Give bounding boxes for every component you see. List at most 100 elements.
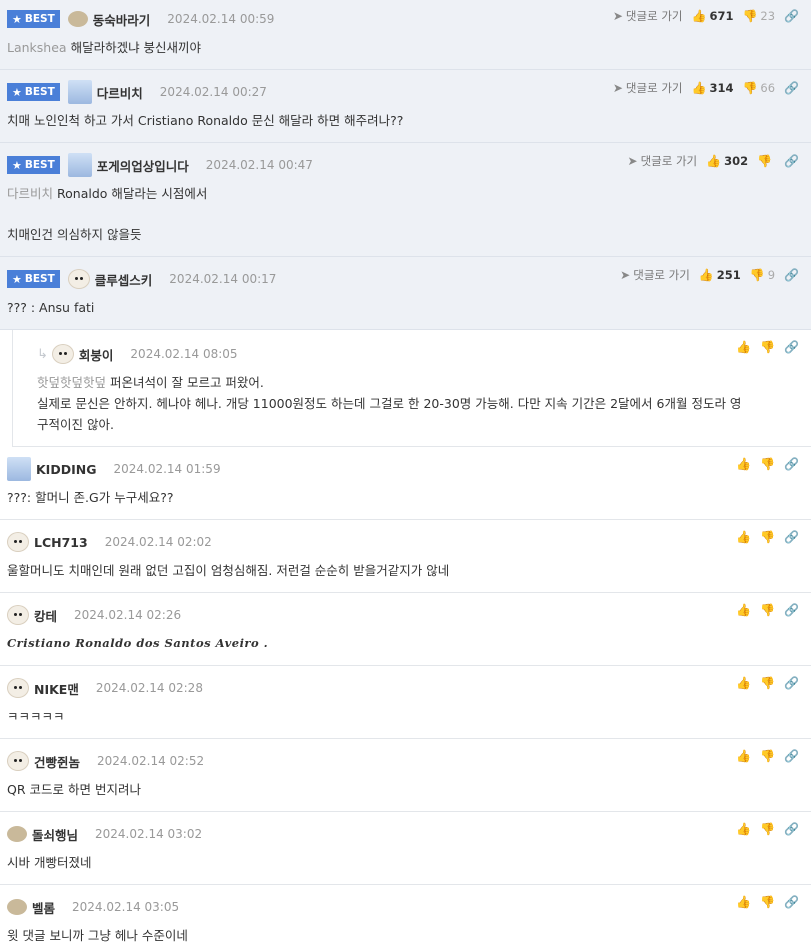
comment: NIKE맨 2024.02.14 02:28 👍 👎 🔗 ㅋㅋㅋㅋㅋ [0,666,811,739]
comment-text: ㅋㅋㅋㅋㅋ [7,709,65,724]
downvote-button[interactable]: 👎 9 [750,268,775,282]
timestamp: 2024.02.14 00:27 [159,85,267,99]
quoted-nick[interactable]: 다르비치 [7,186,53,201]
thumbs-down-icon[interactable]: 👎 [760,749,775,763]
nickname[interactable]: LCH713 [34,535,88,550]
best-comment: ★ BEST 포게의업상입니다 2024.02.14 00:47 ➤ 댓글로 가기 … [0,143,811,257]
avatar[interactable] [67,11,88,27]
thumbs-down-icon[interactable]: 👎 [760,895,775,909]
link-icon[interactable]: 🔗 [784,530,799,544]
upvote-button[interactable]: 👍 314 [691,81,733,95]
thumbs-down-icon[interactable]: 👎 [760,530,775,544]
thumbs-up-icon[interactable]: 👍 [736,676,751,690]
thumbs-up-icon[interactable]: 👍 [736,749,751,763]
nickname[interactable]: 동숙바라기 [93,10,151,29]
best-comment: ★ BEST 다르비치 2024.02.14 00:27 ➤ 댓글로 가기 👍 314… [0,70,811,143]
comment-text: QR 코드로 하면 번지려나 [7,782,141,797]
nickname[interactable]: 회붕이 [79,345,114,364]
link-icon[interactable]: 🔗 [784,676,799,690]
link-icon[interactable]: 🔗 [784,154,799,168]
thumbs-down-icon[interactable]: 👎 [760,676,775,690]
downvote-button[interactable]: 👎 66 [742,81,775,95]
comment: 돌쇠행님 2024.02.14 03:02 👍 👎 🔗 시바 개빵터졌네 [0,812,811,885]
reply-link[interactable]: ➤ 댓글로 가기 [613,80,683,96]
nickname[interactable]: 돌쇠행님 [32,825,78,844]
reply-link[interactable]: ➤ 댓글로 가기 [613,8,683,24]
thumbs-up-icon: 👍 [691,9,707,23]
thumbs-up-icon[interactable]: 👍 [736,457,751,471]
link-icon[interactable]: 🔗 [784,457,799,471]
best-badge: ★ BEST [7,270,60,288]
avatar[interactable] [7,457,31,481]
downvote-button[interactable]: 👎 23 [742,9,775,23]
nickname[interactable]: KIDDING [36,462,96,477]
reply-link[interactable]: ➤ 댓글로 가기 [628,153,698,169]
thumbs-down-icon[interactable]: 👎 [760,457,775,471]
thumbs-down-icon[interactable]: 👎 [760,340,775,354]
link-icon[interactable]: 🔗 [784,268,799,282]
nickname[interactable]: 캉테 [34,606,57,625]
thumbs-up-icon: 👍 [698,268,714,282]
nickname[interactable]: 포게의업상입니다 [97,156,189,175]
nickname[interactable]: 벨롬 [32,898,55,917]
upvote-button[interactable]: 👍 302 [706,154,748,168]
comment-text: 치매 노인인척 하고 가서 Cristiano Ronaldo 문신 해달라 하… [7,113,404,128]
link-icon[interactable]: 🔗 [784,749,799,763]
avatar[interactable] [7,751,29,771]
thumbs-up-icon[interactable]: 👍 [736,603,751,617]
thumbs-up-icon[interactable]: 👍 [736,340,751,354]
avatar[interactable] [7,899,27,915]
comment: 건빵쥔놈 2024.02.14 02:52 👍 👎 🔗 QR 코드로 하면 번지… [0,739,811,812]
comment-text: Ronaldo 해달라는 시점에서 [57,186,208,201]
best-comment: ★ BEST 클루셉스키 2024.02.14 00:17 ➤ 댓글로 가기 👍 25… [0,257,811,330]
quoted-nick[interactable]: 핫덮핫덮핫덮 [37,375,106,390]
upvote-button[interactable]: 👍 671 [691,9,733,23]
avatar[interactable] [51,344,74,364]
avatar[interactable] [7,826,27,842]
thumbs-down-icon: 👎 [749,268,765,282]
link-icon[interactable]: 🔗 [784,895,799,909]
comment-text: Cristiano Ronaldo dos Santos Aveiro . [7,636,269,650]
comment-list: ★ BEST 동숙바라기 2024.02.14 00:59 ➤ 댓글로 가기 👍 67… [0,0,811,946]
quoted-nick[interactable]: Lankshea [7,40,67,55]
avatar[interactable] [67,80,92,104]
best-badge: ★ BEST [7,83,60,101]
timestamp: 2024.02.14 03:02 [95,827,203,841]
timestamp: 2024.02.14 02:52 [97,754,205,768]
nickname[interactable]: 다르비치 [97,83,143,102]
thumbs-down-icon: 👎 [742,81,758,95]
thumbs-up-icon[interactable]: 👍 [736,895,751,909]
avatar[interactable] [67,269,90,289]
link-icon[interactable]: 🔗 [784,81,799,95]
thumbs-down-icon[interactable]: 👎 [760,603,775,617]
link-icon[interactable]: 🔗 [784,822,799,836]
timestamp: 2024.02.14 00:47 [205,158,313,172]
nickname[interactable]: NIKE맨 [34,679,79,698]
comment: 벨롬 2024.02.14 03:05 👍 👎 🔗 윗 댓글 보니까 그냥 헤나… [0,885,811,946]
avatar[interactable] [7,605,29,625]
star-icon: ★ [12,272,22,286]
send-icon: ➤ [620,268,631,282]
avatar[interactable] [7,678,29,698]
avatar[interactable] [67,153,92,177]
link-icon[interactable]: 🔗 [784,340,799,354]
avatar[interactable] [7,532,29,552]
comment: LCH713 2024.02.14 02:02 👍 👎 🔗 울할머니도 치매인데… [0,520,811,593]
thumbs-down-icon[interactable]: 👎 [760,822,775,836]
upvote-button[interactable]: 👍 251 [699,268,741,282]
nickname[interactable]: 건빵쥔놈 [34,752,80,771]
timestamp: 2024.02.14 00:59 [167,12,275,26]
best-badge: ★ BEST [7,156,60,174]
thumbs-up-icon[interactable]: 👍 [736,822,751,836]
link-icon[interactable]: 🔗 [784,603,799,617]
downvote-button[interactable]: 👎 [757,154,775,168]
reply-link[interactable]: ➤ 댓글로 가기 [620,267,690,283]
comment-text: ???: 할머니 존.G가 누구세요?? [7,490,174,505]
thumbs-up-icon[interactable]: 👍 [736,530,751,544]
link-icon[interactable]: 🔗 [784,9,799,23]
comment-text: ??? : Ansu fati [7,300,95,315]
comment-text: 해달라하겠냐 붕신새끼야 [70,40,202,55]
nickname[interactable]: 클루셉스키 [95,270,153,289]
thumbs-up-icon: 👍 [691,81,707,95]
timestamp: 2024.02.14 08:05 [130,347,238,361]
